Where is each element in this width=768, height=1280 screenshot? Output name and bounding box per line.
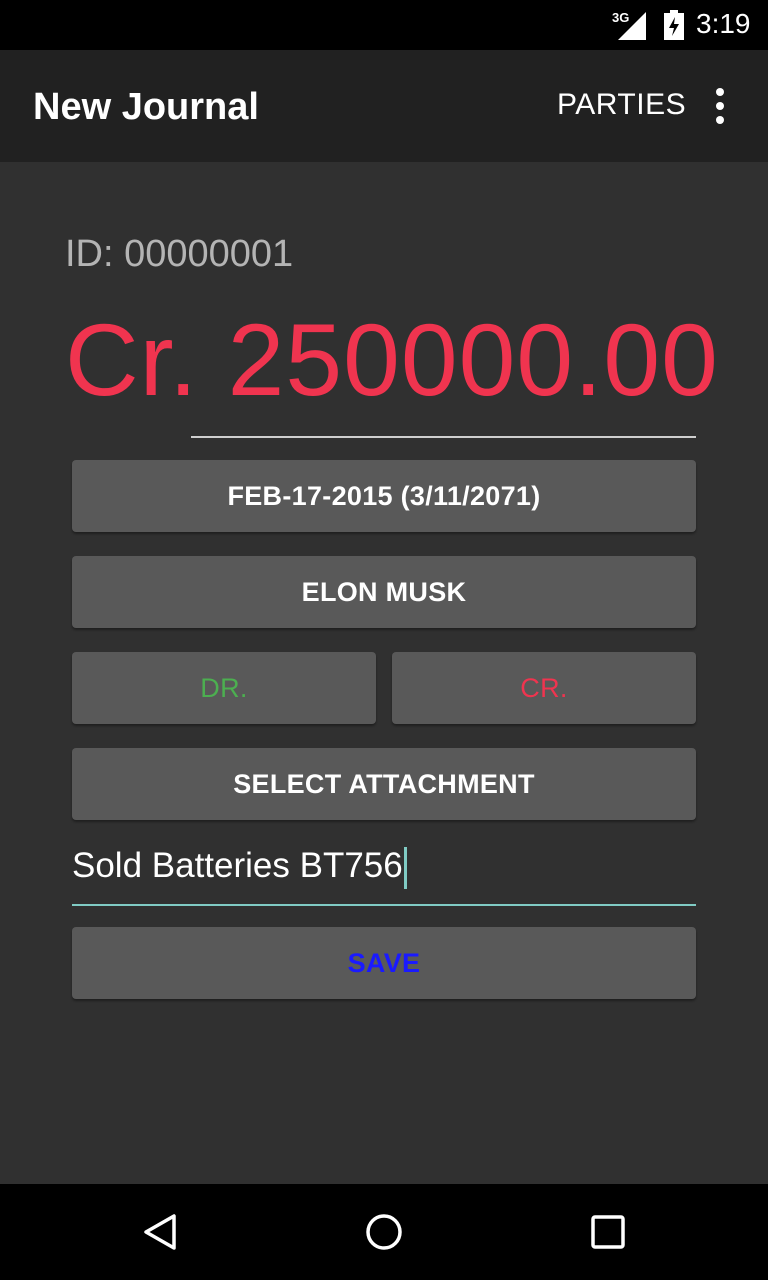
party-button[interactable]: ELON MUSK	[72, 556, 696, 628]
journal-id: ID: 00000001	[65, 233, 294, 275]
text-cursor	[403, 846, 407, 889]
navigation-bar	[0, 1184, 768, 1280]
debit-button[interactable]: DR.	[72, 652, 376, 724]
credit-button[interactable]: CR.	[392, 652, 696, 724]
recent-apps-icon[interactable]	[588, 1212, 628, 1252]
amount-field[interactable]: Cr. 250000.00	[65, 302, 719, 419]
overflow-menu-icon[interactable]	[706, 88, 734, 128]
back-icon[interactable]	[140, 1212, 180, 1252]
description-field[interactable]: Sold Batteries BT756	[72, 840, 696, 906]
description-input-wrap: Sold Batteries BT756	[72, 846, 407, 889]
description-value: Sold Batteries BT756	[72, 846, 403, 885]
select-attachment-button[interactable]: SELECT ATTACHMENT	[72, 748, 696, 820]
battery-icon	[664, 10, 684, 40]
date-button[interactable]: FEB-17-2015 (3/11/2071)	[72, 460, 696, 532]
parties-button[interactable]: PARTIES	[557, 88, 686, 122]
save-button[interactable]: SAVE	[72, 927, 696, 999]
signal-icon	[618, 12, 646, 40]
amount-underline	[191, 436, 696, 438]
status-clock: 3:19	[696, 8, 751, 39]
home-icon[interactable]	[364, 1212, 404, 1252]
app-bar: New Journal PARTIES	[0, 50, 768, 162]
status-bar: 3G 3:19	[0, 0, 768, 50]
page-title: New Journal	[33, 86, 259, 128]
